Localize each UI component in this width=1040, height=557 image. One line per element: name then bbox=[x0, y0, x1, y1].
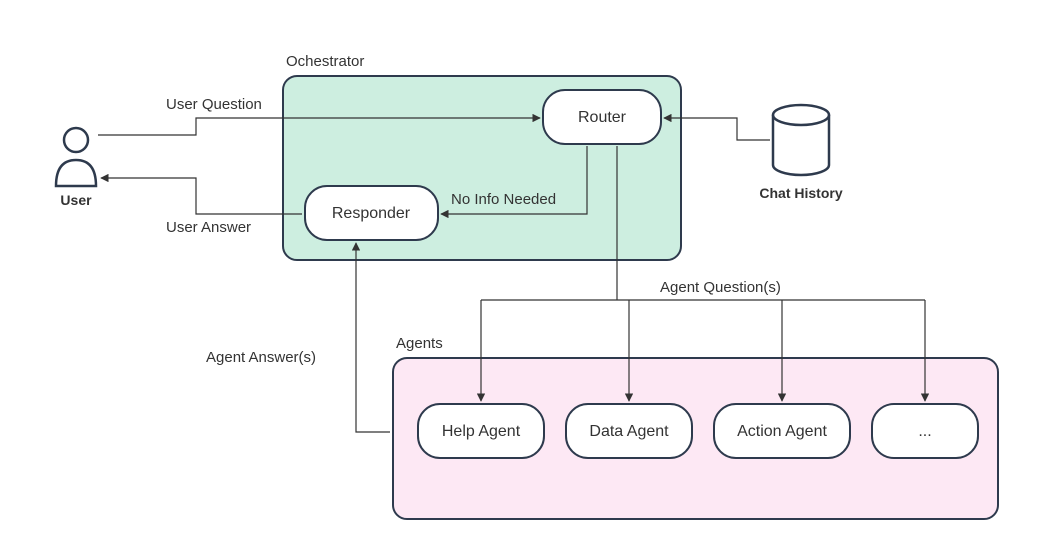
action-agent-label: Action Agent bbox=[737, 423, 827, 440]
edge-no-info-label: No Info Needed bbox=[451, 191, 556, 208]
more-agent-label: ... bbox=[918, 423, 931, 440]
chat-history-label: Chat History bbox=[759, 185, 842, 201]
data-agent-label: Data Agent bbox=[589, 423, 669, 440]
agents-label: Agents bbox=[396, 335, 443, 352]
edge-user-question-label: User Question bbox=[166, 96, 262, 113]
chat-history-icon bbox=[773, 105, 829, 175]
edge-user-answer bbox=[101, 178, 302, 214]
responder-label: Responder bbox=[332, 205, 411, 222]
orchestrator-label: Ochestrator bbox=[286, 53, 364, 70]
router-label: Router bbox=[578, 109, 627, 126]
edge-agent-answers bbox=[356, 243, 390, 432]
help-agent-label: Help Agent bbox=[442, 423, 521, 440]
edge-user-answer-label: User Answer bbox=[166, 219, 251, 236]
edge-agent-questions-label: Agent Question(s) bbox=[660, 279, 781, 296]
user-icon bbox=[56, 128, 96, 186]
edge-agent-answers-label: Agent Answer(s) bbox=[206, 349, 316, 366]
architecture-diagram: Ochestrator Agents Router Responder Help… bbox=[0, 0, 1040, 557]
user-label: User bbox=[60, 192, 92, 208]
